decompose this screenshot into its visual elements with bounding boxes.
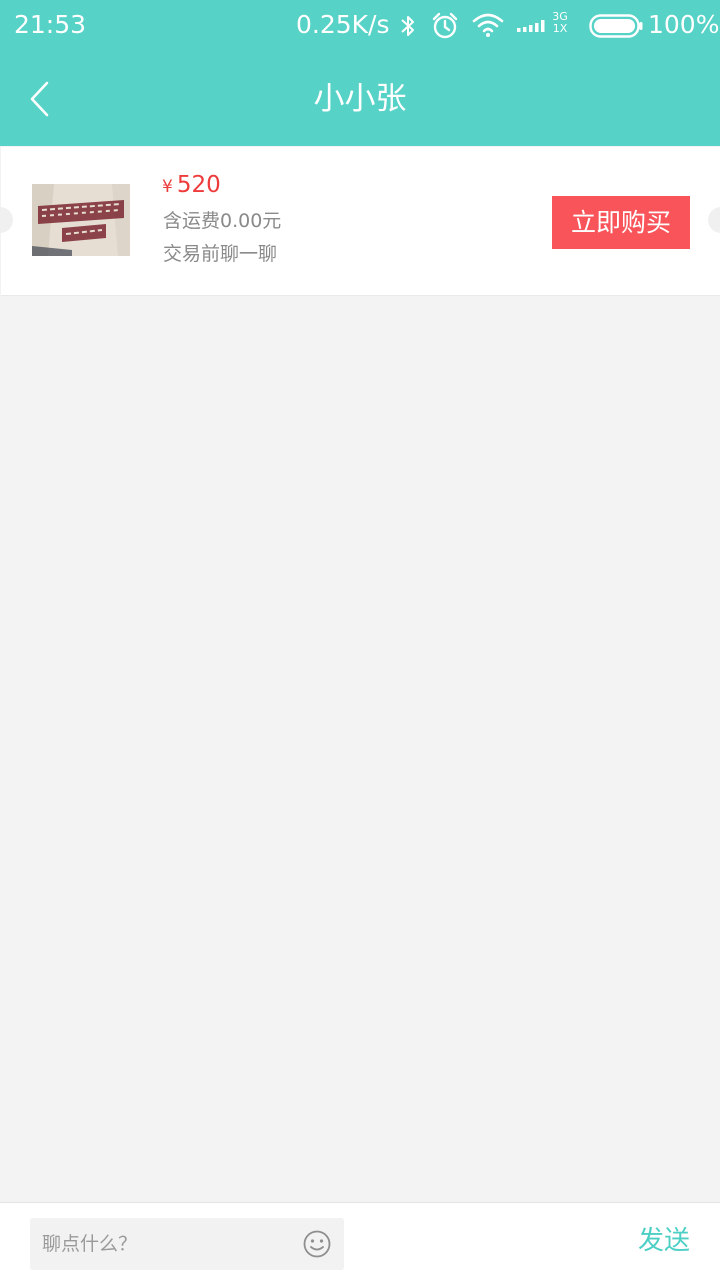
message-input-bar: 发送 [0,1202,720,1281]
chat-hint: 交易前聊一聊 [163,243,278,265]
signal-icon [517,20,545,32]
chat-message-area[interactable] [0,296,720,1202]
back-button[interactable] [14,72,68,126]
product-thumbnail[interactable] [32,184,130,256]
alarm-icon [432,12,458,39]
bluetooth-icon [401,16,414,36]
price-currency: ¥ [162,177,173,197]
network-speed: 0.25K/s [296,10,390,39]
title-bar: 小小张 [0,52,720,146]
status-bar: 21:53 0.25K/s 3G 1X 100% [0,0,720,52]
price: ¥520 [162,172,221,198]
chevron-left-icon [30,81,49,117]
shipping-fee: 含运费0.00元 [163,210,282,232]
smiley-icon [303,1230,331,1258]
product-card[interactable]: ¥520 含运费0.00元 交易前聊一聊 立即购买 [0,147,720,296]
emoji-button[interactable] [302,1229,332,1259]
network-type: 3G 1X [551,11,569,35]
battery-icon [589,14,643,38]
buy-now-button[interactable]: 立即购买 [552,196,690,249]
message-input[interactable] [30,1218,302,1270]
price-value: 520 [176,172,221,198]
wifi-icon [472,13,504,37]
page-title: 小小张 [313,81,407,117]
card-notch-left [0,207,13,233]
status-time: 21:53 [14,10,87,39]
card-notch-right [708,207,720,233]
send-button[interactable]: 发送 [624,1219,704,1263]
message-input-container [30,1218,344,1270]
battery-percentage: 100% [648,10,720,39]
tshirt-image [32,184,130,256]
network-type-bottom: 1X [552,22,568,35]
